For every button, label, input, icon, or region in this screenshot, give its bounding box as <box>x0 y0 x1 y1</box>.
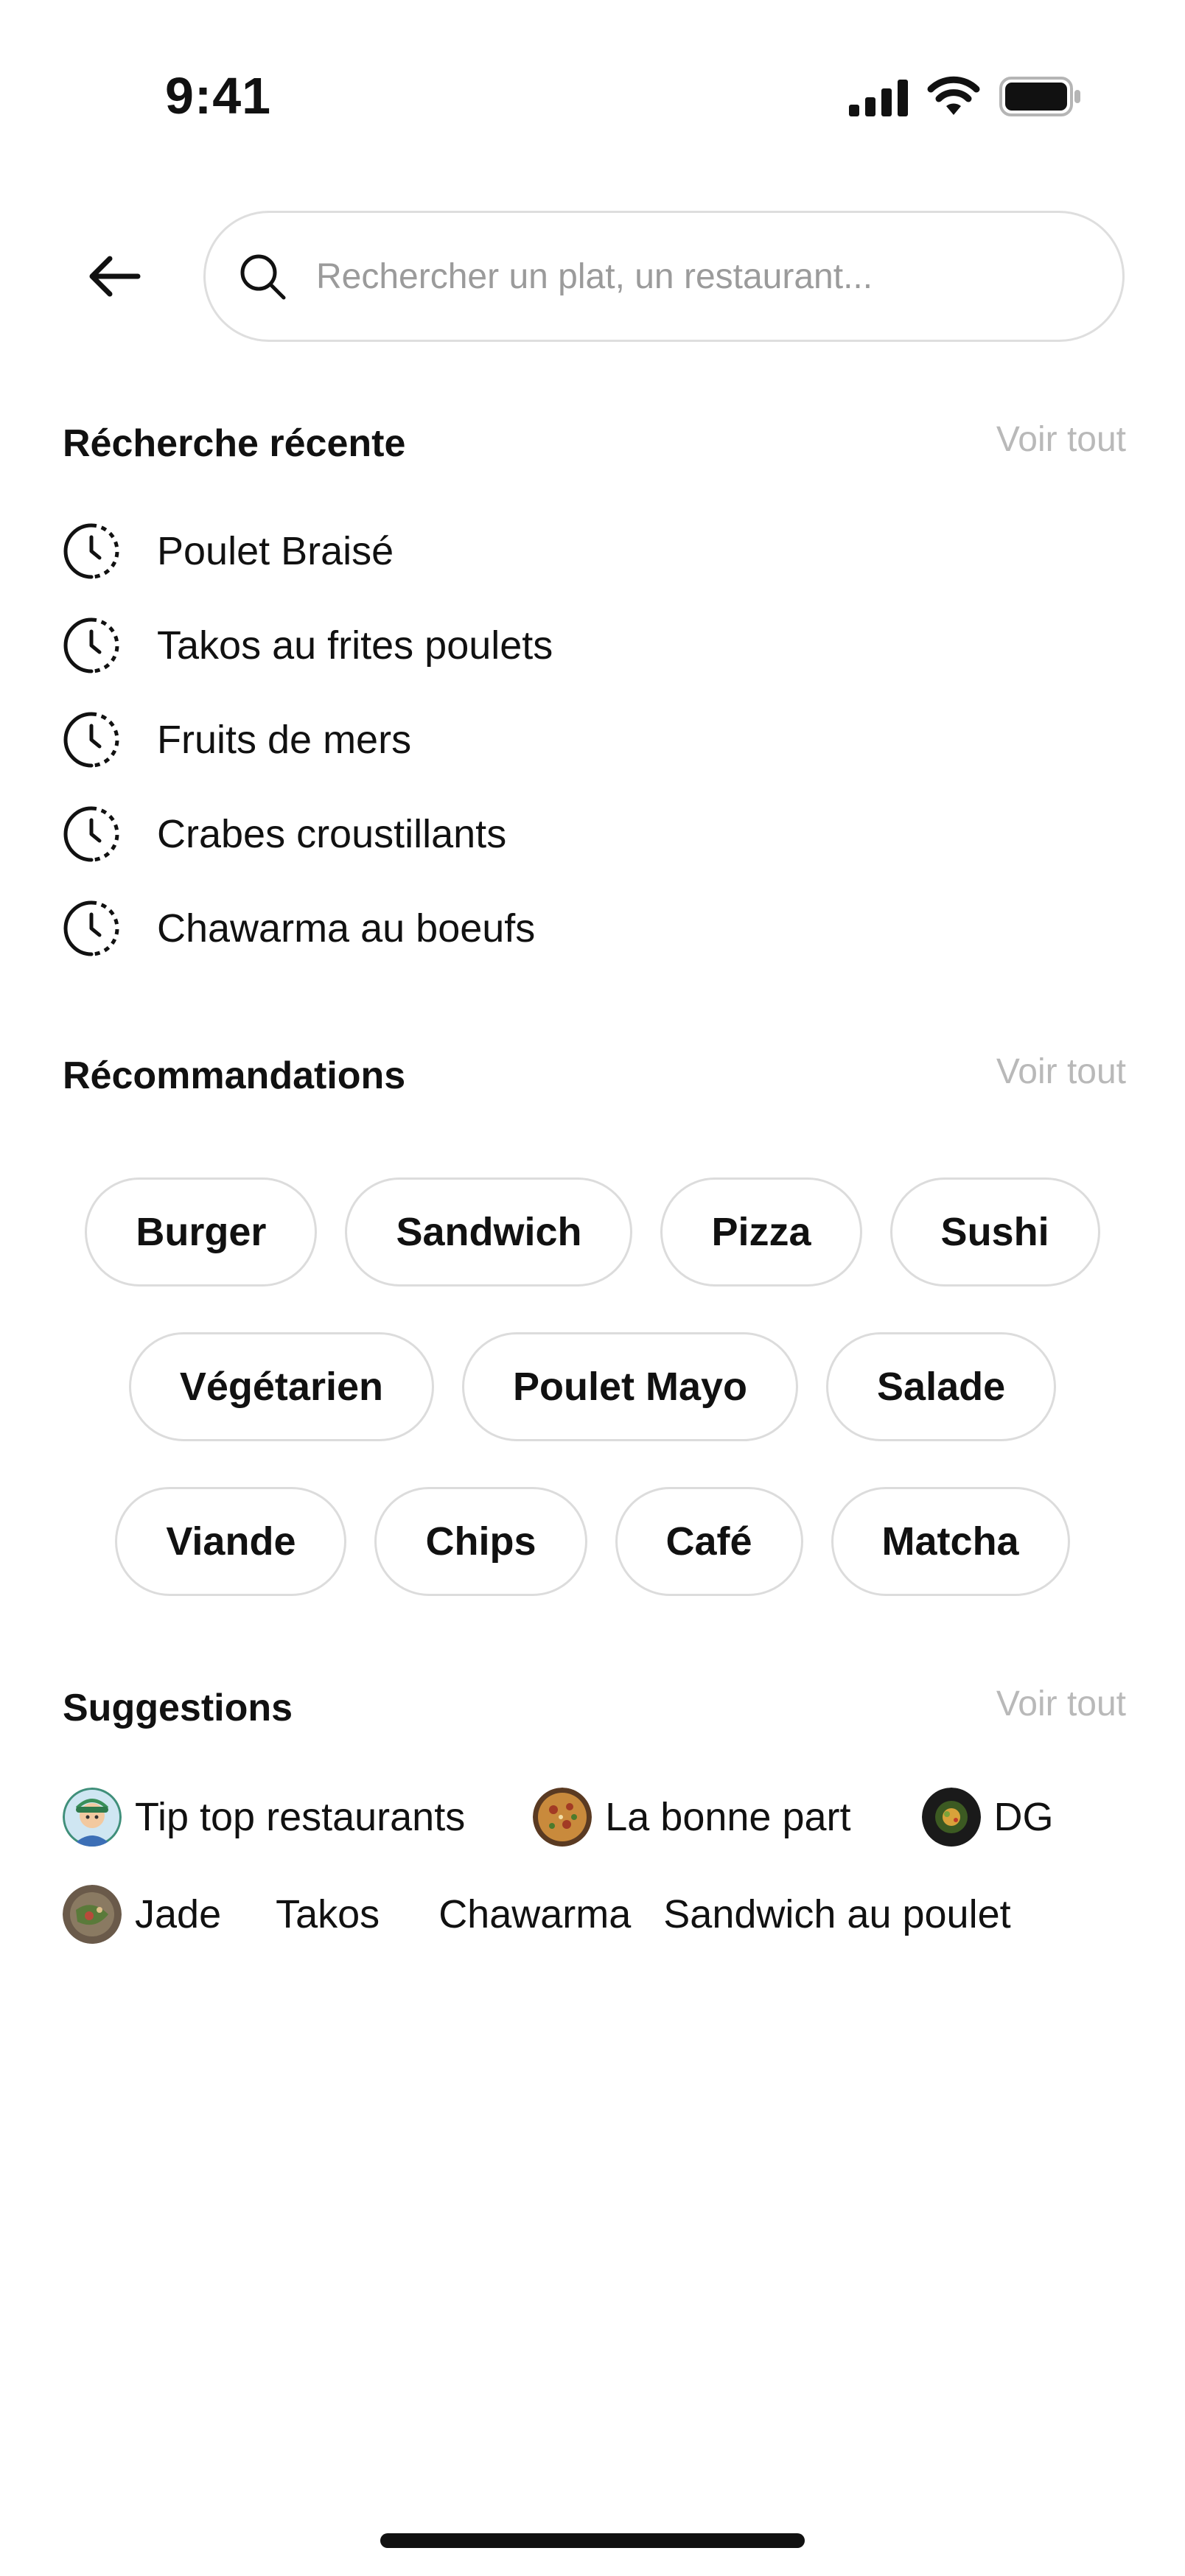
recent-search-item[interactable]: Poulet Braisé <box>63 504 1094 598</box>
chip-row: Viande Chips Café Matcha <box>0 1487 1185 1596</box>
chip-poulet-mayo[interactable]: Poulet Mayo <box>461 1332 799 1441</box>
search-icon <box>240 254 286 300</box>
person-avatar-icon <box>63 1788 122 1847</box>
chip-row: Végétarien Poulet Mayo Salade <box>0 1332 1185 1441</box>
recent-search-item[interactable]: Takos au frites poulets <box>63 598 1094 693</box>
back-button[interactable] <box>74 236 155 317</box>
suggestion-item[interactable]: Takos <box>276 1891 380 1937</box>
chip-viande[interactable]: Viande <box>115 1487 347 1596</box>
chip-sandwich[interactable]: Sandwich <box>345 1177 633 1287</box>
home-indicator <box>380 2533 805 2548</box>
chip-salade[interactable]: Salade <box>826 1332 1057 1441</box>
dish-image-icon <box>921 1788 981 1847</box>
status-time: 9:41 <box>165 67 272 125</box>
chip-pizza[interactable]: Pizza <box>660 1177 862 1287</box>
history-clock-icon <box>63 806 119 862</box>
suggestion-item[interactable]: Jade <box>63 1885 221 1944</box>
search-bar[interactable] <box>203 211 1125 342</box>
recommendations-see-all-link[interactable]: Voir tout <box>996 1049 1126 1096</box>
chip-vegetarien[interactable]: Végétarien <box>128 1332 434 1441</box>
arrow-left-icon <box>89 256 141 297</box>
suggestion-label: Chawarma <box>438 1892 632 1936</box>
recent-section-title: Récherche récente <box>63 422 406 465</box>
suggestion-row: Jade Takos Chawarma Sandwich au poulet <box>63 1879 1131 1950</box>
suggestions-see-all-link[interactable]: Voir tout <box>996 1681 1126 1728</box>
wifi-icon <box>927 76 980 115</box>
suggestion-label: Takos <box>276 1892 380 1936</box>
chip-matcha[interactable]: Matcha <box>831 1487 1070 1596</box>
suggestion-label: Sandwich au poulet <box>663 1892 1011 1936</box>
chip-chips[interactable]: Chips <box>374 1487 587 1596</box>
search-input[interactable] <box>315 255 1099 298</box>
suggestion-label: La bonne part <box>605 1795 851 1839</box>
history-clock-icon <box>63 900 119 956</box>
chip-cafe[interactable]: Café <box>615 1487 803 1596</box>
recent-search-label: Takos au frites poulets <box>157 623 553 668</box>
suggestion-item[interactable]: La bonne part <box>533 1788 851 1847</box>
history-clock-icon <box>63 617 119 673</box>
battery-icon <box>999 77 1080 116</box>
suggestion-item[interactable]: DG <box>921 1788 1054 1847</box>
suggestion-item[interactable]: Chawarma <box>438 1891 631 1937</box>
recommendations-section-title: Récommandations <box>63 1054 406 1097</box>
recent-search-item[interactable]: Crabes croustillants <box>63 787 1094 881</box>
recent-search-list: Poulet Braisé Takos au frites poulets Fr… <box>63 504 1094 976</box>
suggestions-section-title: Suggestions <box>63 1687 293 1729</box>
chip-burger[interactable]: Burger <box>85 1177 318 1287</box>
suggestion-label: Jade <box>135 1892 222 1936</box>
history-clock-icon <box>63 523 119 579</box>
recommendation-chips: Burger Sandwich Pizza Sushi Végétarien P… <box>0 1177 1185 1642</box>
recent-search-label: Fruits de mers <box>157 718 412 762</box>
dish-image-icon <box>63 1885 122 1944</box>
recent-search-label: Chawarma au boeufs <box>157 906 536 951</box>
suggestion-label: Tip top restaurants <box>135 1795 466 1839</box>
suggestions-list: Tip top restaurants La bonne part DG Jad… <box>63 1782 1131 1976</box>
history-clock-icon <box>63 712 119 768</box>
recent-search-label: Crabes croustillants <box>157 812 507 856</box>
recent-search-label: Poulet Braisé <box>157 529 394 573</box>
recent-see-all-link[interactable]: Voir tout <box>996 416 1126 463</box>
pizza-image-icon <box>533 1788 592 1847</box>
chip-sushi[interactable]: Sushi <box>889 1177 1100 1287</box>
suggestion-row: Tip top restaurants La bonne part DG <box>63 1782 1131 1852</box>
recent-search-item[interactable]: Chawarma au boeufs <box>63 881 1094 976</box>
cellular-signal-icon <box>849 80 908 116</box>
suggestion-item[interactable]: Tip top restaurants <box>63 1788 465 1847</box>
suggestion-label: DG <box>993 1795 1054 1839</box>
suggestion-item[interactable]: Sandwich au poulet <box>663 1891 1010 1937</box>
recent-search-item[interactable]: Fruits de mers <box>63 693 1094 787</box>
chip-row: Burger Sandwich Pizza Sushi <box>0 1177 1185 1287</box>
